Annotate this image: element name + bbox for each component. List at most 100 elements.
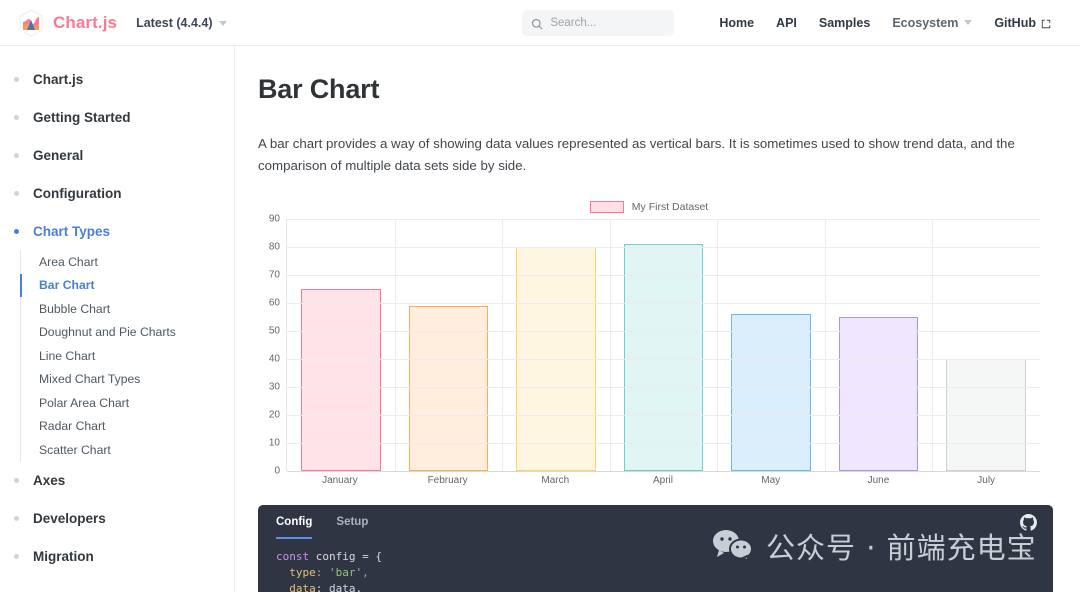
search-box[interactable] xyxy=(522,9,675,36)
bar-series xyxy=(287,219,1040,471)
code-token: data xyxy=(276,582,316,592)
sidebar-item-bar-chart[interactable]: Bar Chart xyxy=(20,273,234,298)
bar-cell xyxy=(610,219,718,471)
bar-cell xyxy=(717,219,825,471)
sidebar-item-label: Radar Chart xyxy=(39,419,106,434)
sidebar-group-developers[interactable]: Developers xyxy=(0,500,234,538)
bar-chart[interactable]: My First Dataset 0 10 20 30 40 50 60 70 80 90 Jan… xyxy=(258,199,1040,486)
gridline-vertical xyxy=(609,219,611,471)
bar-cell xyxy=(502,219,610,471)
gridline-horizontal xyxy=(287,415,1040,416)
version-selector[interactable]: Latest (4.4.4) xyxy=(136,15,227,30)
legend-swatch xyxy=(589,201,624,213)
code-tab-setup[interactable]: Setup xyxy=(336,505,368,539)
bar-may[interactable] xyxy=(731,314,811,471)
sidebar-group-getting-started[interactable]: Getting Started xyxy=(0,98,234,136)
sidebar-group-label: Chart.js xyxy=(33,71,84,87)
sidebar-group-configuration[interactable]: Configuration xyxy=(0,174,234,212)
y-axis-tick: 20 xyxy=(268,409,280,421)
sidebar-item-label: Bar Chart xyxy=(39,278,95,293)
page-root: Chart.js Latest (4.4.4) Home API xyxy=(0,0,1080,592)
sidebar-group-chart-types[interactable]: Chart Types xyxy=(0,212,234,250)
sidebar-item-bubble-chart[interactable]: Bubble Chart xyxy=(21,297,234,321)
gridline-horizontal xyxy=(287,471,1040,472)
gridline-horizontal xyxy=(287,387,1040,388)
bar-cell xyxy=(825,219,933,471)
nav-link-api-label: API xyxy=(776,15,797,30)
sidebar-item-scatter-chart[interactable]: Scatter Chart xyxy=(21,438,234,462)
sidebar-group-label: Developers xyxy=(33,511,106,526)
bullet-icon xyxy=(14,516,19,521)
nav-link-home[interactable]: Home xyxy=(708,16,765,30)
page-title: Bar Chart xyxy=(258,74,380,104)
bar-april[interactable] xyxy=(623,244,704,471)
code-token: , xyxy=(362,566,369,579)
gridline-vertical xyxy=(502,219,504,471)
sidebar-group-label: Migration xyxy=(33,549,94,564)
y-axis-tick: 70 xyxy=(268,269,280,281)
sidebar-item-area-chart[interactable]: Area Chart xyxy=(21,250,234,274)
y-axis-tick: 90 xyxy=(268,213,280,225)
brand-block[interactable]: Chart.js Latest (4.4.4) xyxy=(0,8,227,37)
sidebar-item-line-chart[interactable]: Line Chart xyxy=(21,344,234,368)
code-line: const config = { xyxy=(276,549,1035,565)
sidebar-item-label: Bubble Chart xyxy=(39,301,111,316)
nav-link-api[interactable]: API xyxy=(765,16,808,30)
code-token: config = { xyxy=(309,550,382,563)
gridline-horizontal xyxy=(287,219,1040,220)
x-axis-tick: January xyxy=(322,475,358,486)
code-line: data: data, xyxy=(276,581,1035,592)
legend-label: My First Dataset xyxy=(631,201,709,213)
sidebar-item-mixed-chart-types[interactable]: Mixed Chart Types xyxy=(21,368,234,392)
bar-cell xyxy=(932,219,1040,471)
top-navbar: Chart.js Latest (4.4.4) Home API xyxy=(0,0,1080,46)
page-shell: Chart.js Getting Started General Configurat… xyxy=(0,46,1080,592)
sidebar-group-migration[interactable]: Migration xyxy=(0,538,234,576)
gridline-vertical xyxy=(394,219,396,471)
nav-link-ecosystem[interactable]: Ecosystem xyxy=(881,16,983,30)
chevron-down-icon xyxy=(218,20,227,26)
y-axis-tick: 40 xyxy=(268,353,280,365)
nav-link-ecosystem-label: Ecosystem xyxy=(892,15,959,30)
nav-link-samples[interactable]: Samples xyxy=(808,16,881,30)
sidebar-group-axes[interactable]: Axes xyxy=(0,462,234,500)
page-description: A bar chart provides a way of showing da… xyxy=(258,136,1015,173)
sidebar-group-label: Getting Started xyxy=(33,109,131,125)
sidebar-item-polar-area-chart[interactable]: Polar Area Chart xyxy=(21,391,234,415)
search-input[interactable] xyxy=(550,16,666,29)
y-axis-tick: 10 xyxy=(268,437,280,449)
sidebar-item-label: Scatter Chart xyxy=(39,442,111,457)
brand-name: Chart.js xyxy=(53,12,118,32)
bar-cell xyxy=(395,219,503,471)
code-token: const xyxy=(276,550,310,563)
gridline-vertical xyxy=(932,219,934,471)
sidebar-item-doughnut-and-pie-charts[interactable]: Doughnut and Pie Charts xyxy=(21,321,234,345)
sidebar-item-label: Mixed Chart Types xyxy=(39,372,141,387)
sidebar-item-label: Polar Area Chart xyxy=(39,395,130,410)
github-icon[interactable] xyxy=(1020,514,1037,536)
bar-june[interactable] xyxy=(838,317,919,471)
nav-link-github[interactable]: GitHub xyxy=(983,16,1062,30)
version-label: Latest (4.4.4) xyxy=(136,15,213,30)
gridline-vertical xyxy=(824,219,826,471)
sidebar-item-radar-chart[interactable]: Radar Chart xyxy=(21,415,234,439)
nav-link-github-label: GitHub xyxy=(994,15,1036,30)
gridline-horizontal xyxy=(287,303,1040,304)
gridline-horizontal xyxy=(287,247,1040,248)
sidebar-group-label: Configuration xyxy=(33,185,122,201)
y-axis-tick: 80 xyxy=(268,241,280,253)
code-token: type xyxy=(276,566,316,579)
gridline-horizontal xyxy=(287,443,1040,444)
x-axis-tick: March xyxy=(541,475,570,486)
chart-legend[interactable]: My First Dataset xyxy=(258,199,1040,215)
main-content: Bar Chart A bar chart provides a way of … xyxy=(235,46,1080,592)
sidebar-item-label: Area Chart xyxy=(39,254,98,269)
sidebar-item-label: Line Chart xyxy=(39,348,96,363)
code-block[interactable]: const config = { type: 'bar', data: data… xyxy=(258,539,1053,592)
sidebar-group-general[interactable]: General xyxy=(0,136,234,174)
sidebar-group-chart-js[interactable]: Chart.js xyxy=(0,60,234,98)
y-axis-tick: 30 xyxy=(268,381,280,393)
code-tab-config[interactable]: Config xyxy=(276,505,313,539)
sidebar-item-label: Doughnut and Pie Charts xyxy=(39,325,176,340)
code-token: : xyxy=(315,566,329,579)
